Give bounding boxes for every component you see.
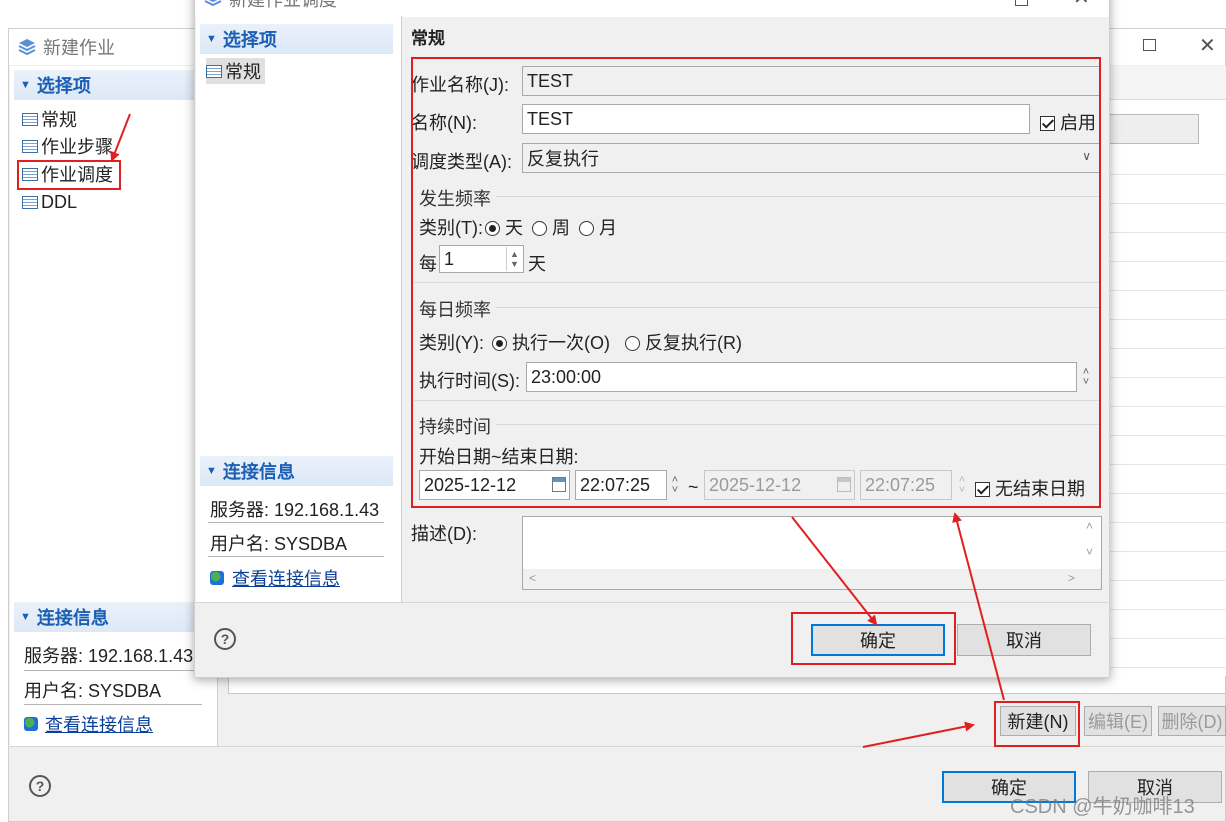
arrow-to-new-button <box>862 721 975 748</box>
watermark: CSDN @牛奶咖啡13 <box>1010 796 1195 818</box>
arrow-to-schedule-nav <box>110 113 131 162</box>
arrow-to-dialog-ok <box>791 516 878 626</box>
annotation-arrows <box>110 113 1005 748</box>
arrow-to-form-box <box>952 512 1005 701</box>
